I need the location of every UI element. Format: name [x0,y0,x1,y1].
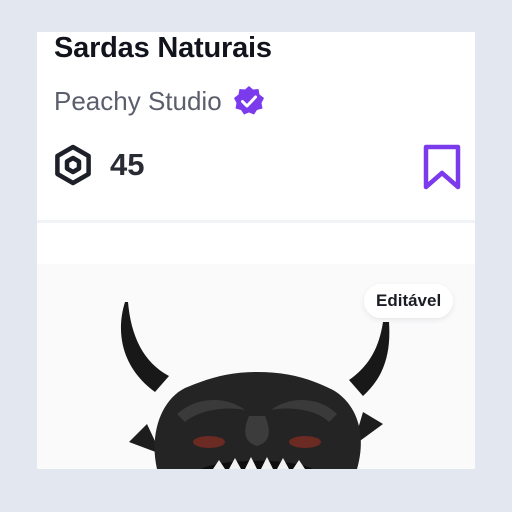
editable-badge: Editável [364,284,454,318]
divider [37,220,475,223]
verified-badge-icon [233,86,264,115]
price-value: 45 [110,147,145,182]
item-title: Sardas Naturais [54,32,272,64]
price-row: 45 [52,144,144,186]
bookmark-icon [423,144,461,190]
bookmark-button[interactable] [422,144,462,190]
creator-name[interactable]: Peachy Studio [54,86,222,117]
robux-icon [55,144,91,186]
creator-row[interactable]: Peachy Studio [54,84,266,118]
item-card: Sardas Naturais Peachy Studio 45 Editáve… [37,32,475,469]
